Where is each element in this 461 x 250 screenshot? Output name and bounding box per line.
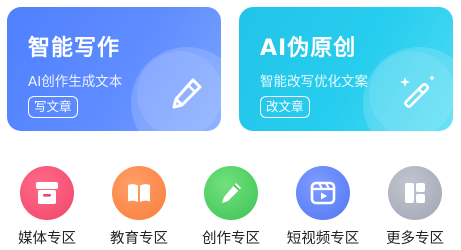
- grid-layout-icon: [388, 166, 442, 220]
- book-icon: [112, 166, 166, 220]
- rewrite-article-button[interactable]: 改文章: [260, 96, 310, 118]
- video-play-icon: [296, 166, 350, 220]
- media-box-icon: [20, 166, 74, 220]
- card-title: 智能写作: [28, 36, 121, 61]
- nav-label: 媒体专区: [18, 231, 76, 247]
- nav-item-media[interactable]: 媒体专区: [2, 163, 92, 250]
- card-title: AI伪原创: [260, 36, 357, 61]
- category-nav: 媒体专区 教育专区 创作专区 短视频专区 更多专区: [0, 163, 461, 250]
- magic-wand-icon: [400, 75, 435, 108]
- card-subtitle: AI创作生成文本: [28, 74, 123, 90]
- nav-label: 教育专区: [110, 231, 168, 247]
- nav-item-creation[interactable]: 创作专区: [186, 163, 276, 250]
- nav-item-short-video[interactable]: 短视频专区: [278, 163, 368, 250]
- card-subtitle: 智能改写优化文案: [260, 74, 368, 90]
- nav-item-more[interactable]: 更多专区: [370, 163, 460, 250]
- nav-item-education[interactable]: 教育专区: [94, 163, 184, 250]
- pencil-icon: [204, 166, 258, 220]
- pen-icon: [172, 78, 202, 109]
- nav-label: 创作专区: [202, 231, 260, 247]
- nav-label: 更多专区: [386, 231, 444, 247]
- smart-writing-card[interactable]: 智能写作 AI创作生成文本 写文章: [7, 7, 221, 131]
- nav-label: 短视频专区: [286, 231, 360, 247]
- write-article-button[interactable]: 写文章: [28, 96, 78, 118]
- ai-rewrite-card[interactable]: AI伪原创 智能改写优化文案 改文章: [239, 7, 453, 131]
